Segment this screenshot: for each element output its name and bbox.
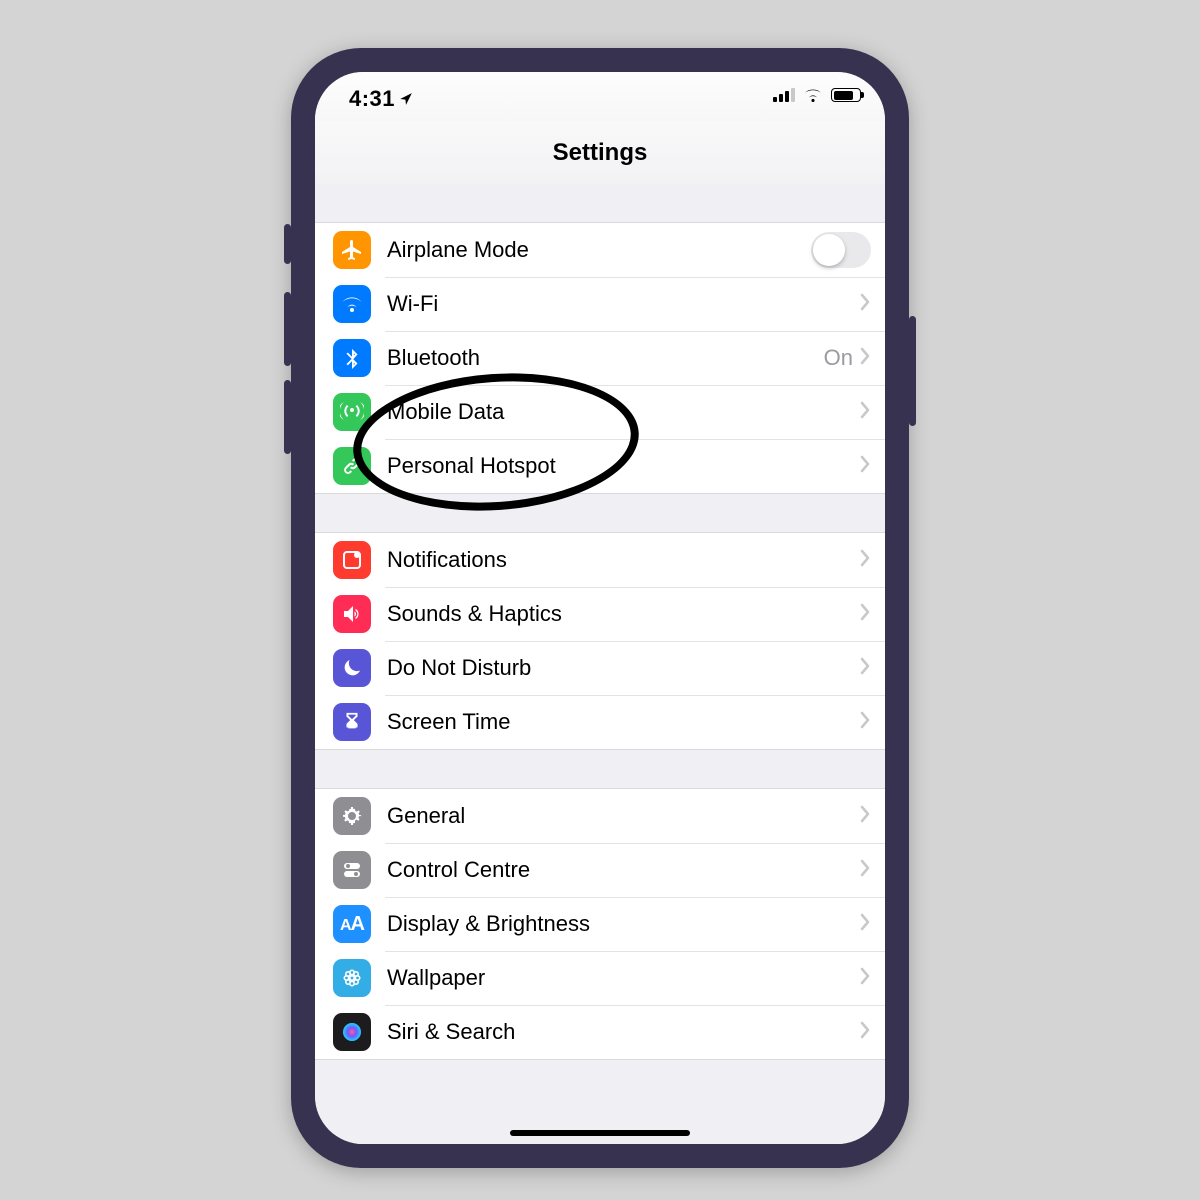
- switches-icon: [333, 851, 371, 889]
- settings-row-mobile-data[interactable]: Mobile Data: [315, 385, 885, 439]
- row-label: Wi-Fi: [387, 291, 859, 317]
- gear-icon: [333, 797, 371, 835]
- link-icon: [333, 447, 371, 485]
- nav-bar: Settings: [315, 122, 885, 185]
- settings-row-sounds-haptics[interactable]: Sounds & Haptics: [315, 587, 885, 641]
- siri-icon: [333, 1013, 371, 1051]
- notif-icon: [333, 541, 371, 579]
- home-indicator[interactable]: [510, 1130, 690, 1136]
- row-label: Siri & Search: [387, 1019, 859, 1045]
- settings-row-wi-fi[interactable]: Wi-Fi: [315, 277, 885, 331]
- settings-row-notifications[interactable]: Notifications: [315, 532, 885, 587]
- chevron-right-icon: [859, 657, 871, 680]
- settings-row-airplane-mode[interactable]: Airplane Mode: [315, 222, 885, 277]
- settings-row-bluetooth[interactable]: BluetoothOn: [315, 331, 885, 385]
- volume-up-button: [284, 292, 291, 366]
- settings-row-control-centre[interactable]: Control Centre: [315, 843, 885, 897]
- status-time: 4:31: [349, 86, 413, 112]
- row-label: Bluetooth: [387, 345, 824, 371]
- hourglass-icon: [333, 703, 371, 741]
- row-label: Screen Time: [387, 709, 859, 735]
- settings-group: Airplane Mode Wi-Fi BluetoothOn Mobile Data…: [315, 222, 885, 494]
- chevron-right-icon: [859, 859, 871, 882]
- bluetooth-icon: [333, 339, 371, 377]
- chevron-right-icon: [859, 401, 871, 424]
- settings-row-display-brightness[interactable]: AA Display & Brightness: [315, 897, 885, 951]
- chevron-right-icon: [859, 603, 871, 626]
- chevron-right-icon: [859, 913, 871, 936]
- chevron-right-icon: [859, 711, 871, 734]
- settings-group: General Control Centre AA Display & Brightn…: [315, 788, 885, 1060]
- settings-group: Notifications Sounds & Haptics Do Not Dist…: [315, 532, 885, 750]
- phone-frame: 4:31 Settings Airplane Mode Wi-Fi Bluetoot…: [291, 48, 909, 1168]
- moon-icon: [333, 649, 371, 687]
- mute-switch: [284, 224, 291, 264]
- power-button: [909, 316, 916, 426]
- location-icon: [399, 92, 413, 106]
- screen: 4:31 Settings Airplane Mode Wi-Fi Bluetoot…: [315, 72, 885, 1144]
- chevron-right-icon: [859, 455, 871, 478]
- row-label: Display & Brightness: [387, 911, 859, 937]
- settings-row-personal-hotspot[interactable]: Personal Hotspot: [315, 439, 885, 494]
- status-bar: 4:31: [315, 72, 885, 122]
- row-label: Control Centre: [387, 857, 859, 883]
- row-label: Notifications: [387, 547, 859, 573]
- speaker-icon: [333, 595, 371, 633]
- chevron-right-icon: [859, 805, 871, 828]
- row-label: Wallpaper: [387, 965, 859, 991]
- row-label: General: [387, 803, 859, 829]
- row-label: Personal Hotspot: [387, 453, 859, 479]
- flower-icon: [333, 959, 371, 997]
- chevron-right-icon: [859, 967, 871, 990]
- settings-row-wallpaper[interactable]: Wallpaper: [315, 951, 885, 1005]
- row-label: Do Not Disturb: [387, 655, 859, 681]
- row-label: Sounds & Haptics: [387, 601, 859, 627]
- chevron-right-icon: [859, 293, 871, 316]
- chevron-right-icon: [859, 347, 871, 370]
- airplane-icon: [333, 231, 371, 269]
- wifi-icon: [803, 88, 823, 102]
- antenna-icon: [333, 393, 371, 431]
- settings-row-do-not-disturb[interactable]: Do Not Disturb: [315, 641, 885, 695]
- settings-row-general[interactable]: General: [315, 788, 885, 843]
- row-value: On: [824, 345, 853, 371]
- cellular-icon: [773, 88, 795, 102]
- aa-icon: AA: [333, 905, 371, 943]
- wifi-icon: [333, 285, 371, 323]
- row-label: Airplane Mode: [387, 237, 811, 263]
- row-label: Mobile Data: [387, 399, 859, 425]
- settings-row-screen-time[interactable]: Screen Time: [315, 695, 885, 750]
- toggle-switch[interactable]: [811, 232, 871, 268]
- chevron-right-icon: [859, 1021, 871, 1044]
- chevron-right-icon: [859, 549, 871, 572]
- battery-icon: [831, 88, 861, 102]
- settings-list[interactable]: Airplane Mode Wi-Fi BluetoothOn Mobile Data…: [315, 184, 885, 1144]
- page-title: Settings: [553, 139, 648, 167]
- settings-row-siri-search[interactable]: Siri & Search: [315, 1005, 885, 1060]
- volume-down-button: [284, 380, 291, 454]
